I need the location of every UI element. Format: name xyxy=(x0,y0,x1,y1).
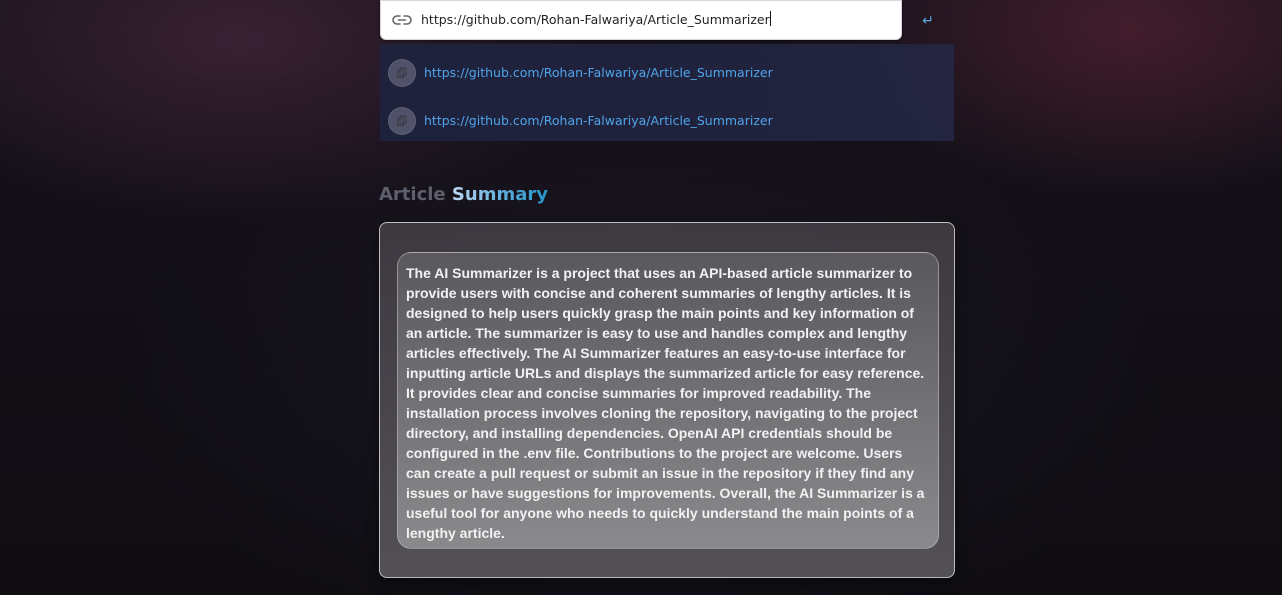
url-form: https://github.com/Rohan-Falwariya/Artic… xyxy=(380,0,954,40)
text-caret xyxy=(769,11,771,26)
history-url-link[interactable]: https://github.com/Rohan-Falwariya/Artic… xyxy=(424,113,773,128)
url-input-value: https://github.com/Rohan-Falwariya/Artic… xyxy=(421,12,770,27)
link-icon xyxy=(391,11,413,29)
summary-heading-accent: Summary xyxy=(451,184,548,205)
summary-box: The AI Summarizer is a project that uses… xyxy=(397,252,939,549)
history-url-link[interactable]: https://github.com/Rohan-Falwariya/Artic… xyxy=(424,65,773,80)
submit-button[interactable]: ↵ xyxy=(916,10,940,32)
url-input[interactable]: https://github.com/Rohan-Falwariya/Artic… xyxy=(421,9,891,31)
url-history-list: https://github.com/Rohan-Falwariya/Artic… xyxy=(380,44,954,141)
copy-button[interactable] xyxy=(388,107,416,135)
history-item[interactable]: https://github.com/Rohan-Falwariya/Artic… xyxy=(380,48,954,94)
url-input-box[interactable]: https://github.com/Rohan-Falwariya/Artic… xyxy=(380,0,902,40)
summary-heading-plain: Article xyxy=(379,184,446,205)
copy-icon xyxy=(396,67,407,79)
copy-button[interactable] xyxy=(388,59,416,87)
history-item[interactable]: https://github.com/Rohan-Falwariya/Artic… xyxy=(380,96,954,142)
summary-card: The AI Summarizer is a project that uses… xyxy=(379,222,955,578)
summary-text: The AI Summarizer is a project that uses… xyxy=(406,265,925,541)
summary-heading: Article Summary xyxy=(379,184,548,205)
copy-icon xyxy=(396,115,407,127)
